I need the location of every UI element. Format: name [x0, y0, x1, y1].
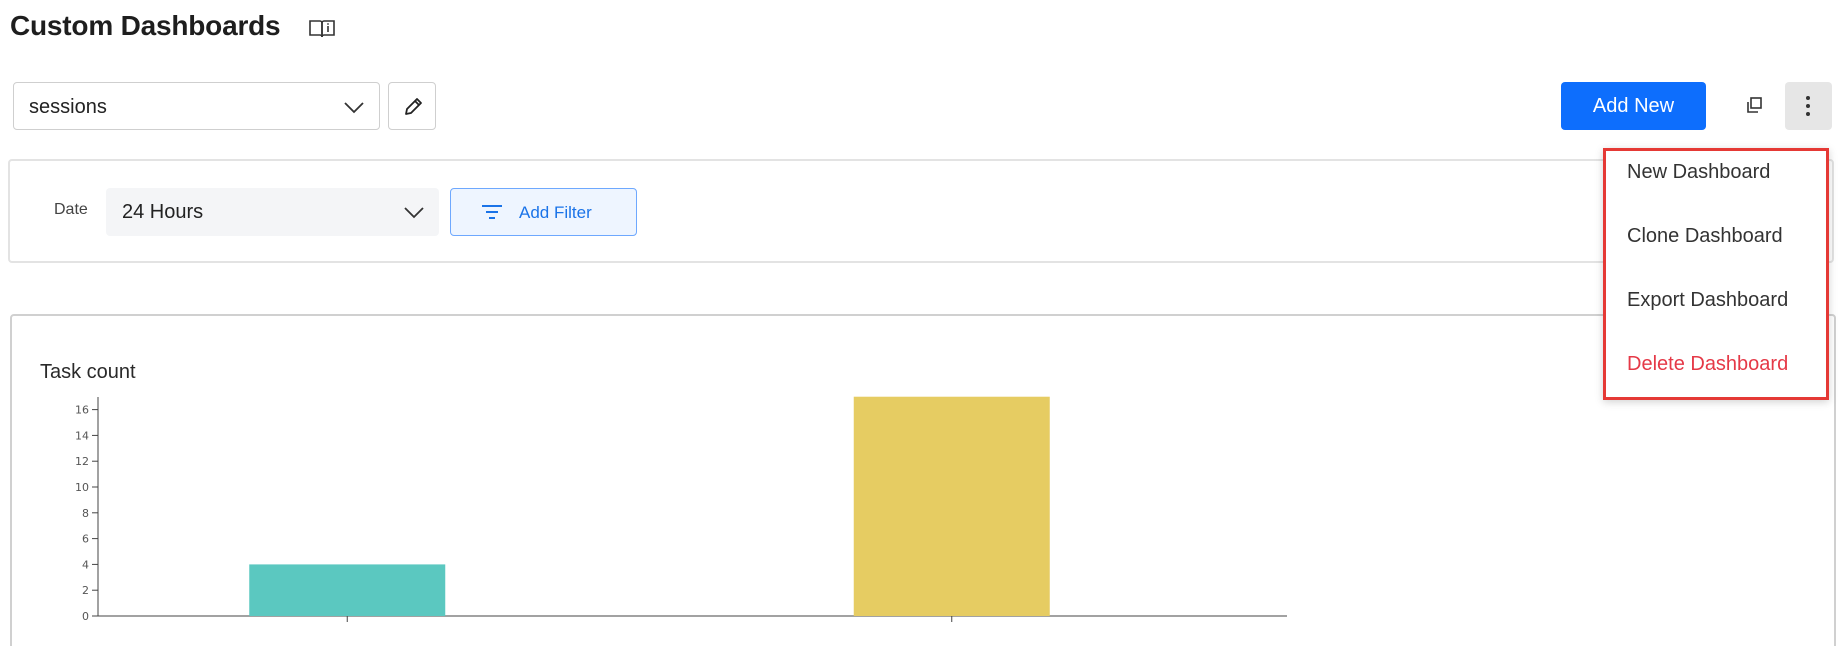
- y-tick-label: 12: [75, 455, 89, 468]
- page-title: Custom Dashboards: [10, 10, 281, 41]
- filter-lines-icon: [482, 205, 502, 219]
- task-count-chart-card: Task count 0 2 4 6 8 10 12 14 16: [10, 314, 1836, 646]
- add-new-button[interactable]: Add New: [1561, 82, 1706, 130]
- menu-item-new-dashboard[interactable]: New Dashboard: [1627, 161, 1770, 184]
- filter-panel: Date 24 Hours Add Filter: [8, 159, 1834, 263]
- dashboard-select[interactable]: sessions: [13, 82, 380, 130]
- vertical-dots-icon: [1806, 96, 1810, 116]
- custom-dashboards-page: Custom Dashboards sessions Add New Date …: [0, 0, 1842, 646]
- edit-dashboard-button[interactable]: [388, 82, 436, 130]
- chevron-down-icon: [404, 207, 424, 219]
- pencil-icon: [405, 98, 422, 115]
- date-range-select[interactable]: 24 Hours: [106, 188, 439, 236]
- copy-icon[interactable]: [1742, 93, 1766, 117]
- y-tick-label: 16: [75, 404, 89, 417]
- y-tick-label: 8: [82, 507, 89, 520]
- y-tick-label: 2: [82, 584, 89, 597]
- date-label: Date: [54, 201, 88, 218]
- add-filter-button[interactable]: Add Filter: [450, 188, 637, 236]
- more-options-button[interactable]: [1785, 82, 1832, 130]
- dashboard-options-menu: New Dashboard Clone Dashboard Export Das…: [1603, 148, 1829, 400]
- y-tick-label: 0: [82, 610, 89, 623]
- dashboard-select-value: sessions: [29, 96, 107, 118]
- bar-1[interactable]: [853, 396, 1050, 616]
- menu-item-delete-dashboard[interactable]: Delete Dashboard: [1627, 353, 1788, 376]
- chevron-down-icon: [344, 102, 364, 114]
- add-filter-label: Add Filter: [519, 203, 592, 222]
- bar-0[interactable]: [249, 564, 446, 616]
- book-icon[interactable]: [308, 17, 336, 41]
- y-tick-label: 4: [82, 558, 89, 571]
- y-tick-label: 10: [75, 481, 89, 494]
- y-tick-label: 6: [82, 533, 89, 546]
- date-range-value: 24 Hours: [122, 201, 204, 223]
- task-count-chart: 0 2 4 6 8 10 12 14 16: [75, 396, 1287, 623]
- menu-item-clone-dashboard[interactable]: Clone Dashboard: [1627, 225, 1783, 248]
- menu-item-export-dashboard[interactable]: Export Dashboard: [1627, 289, 1788, 312]
- y-tick-label: 14: [75, 429, 89, 442]
